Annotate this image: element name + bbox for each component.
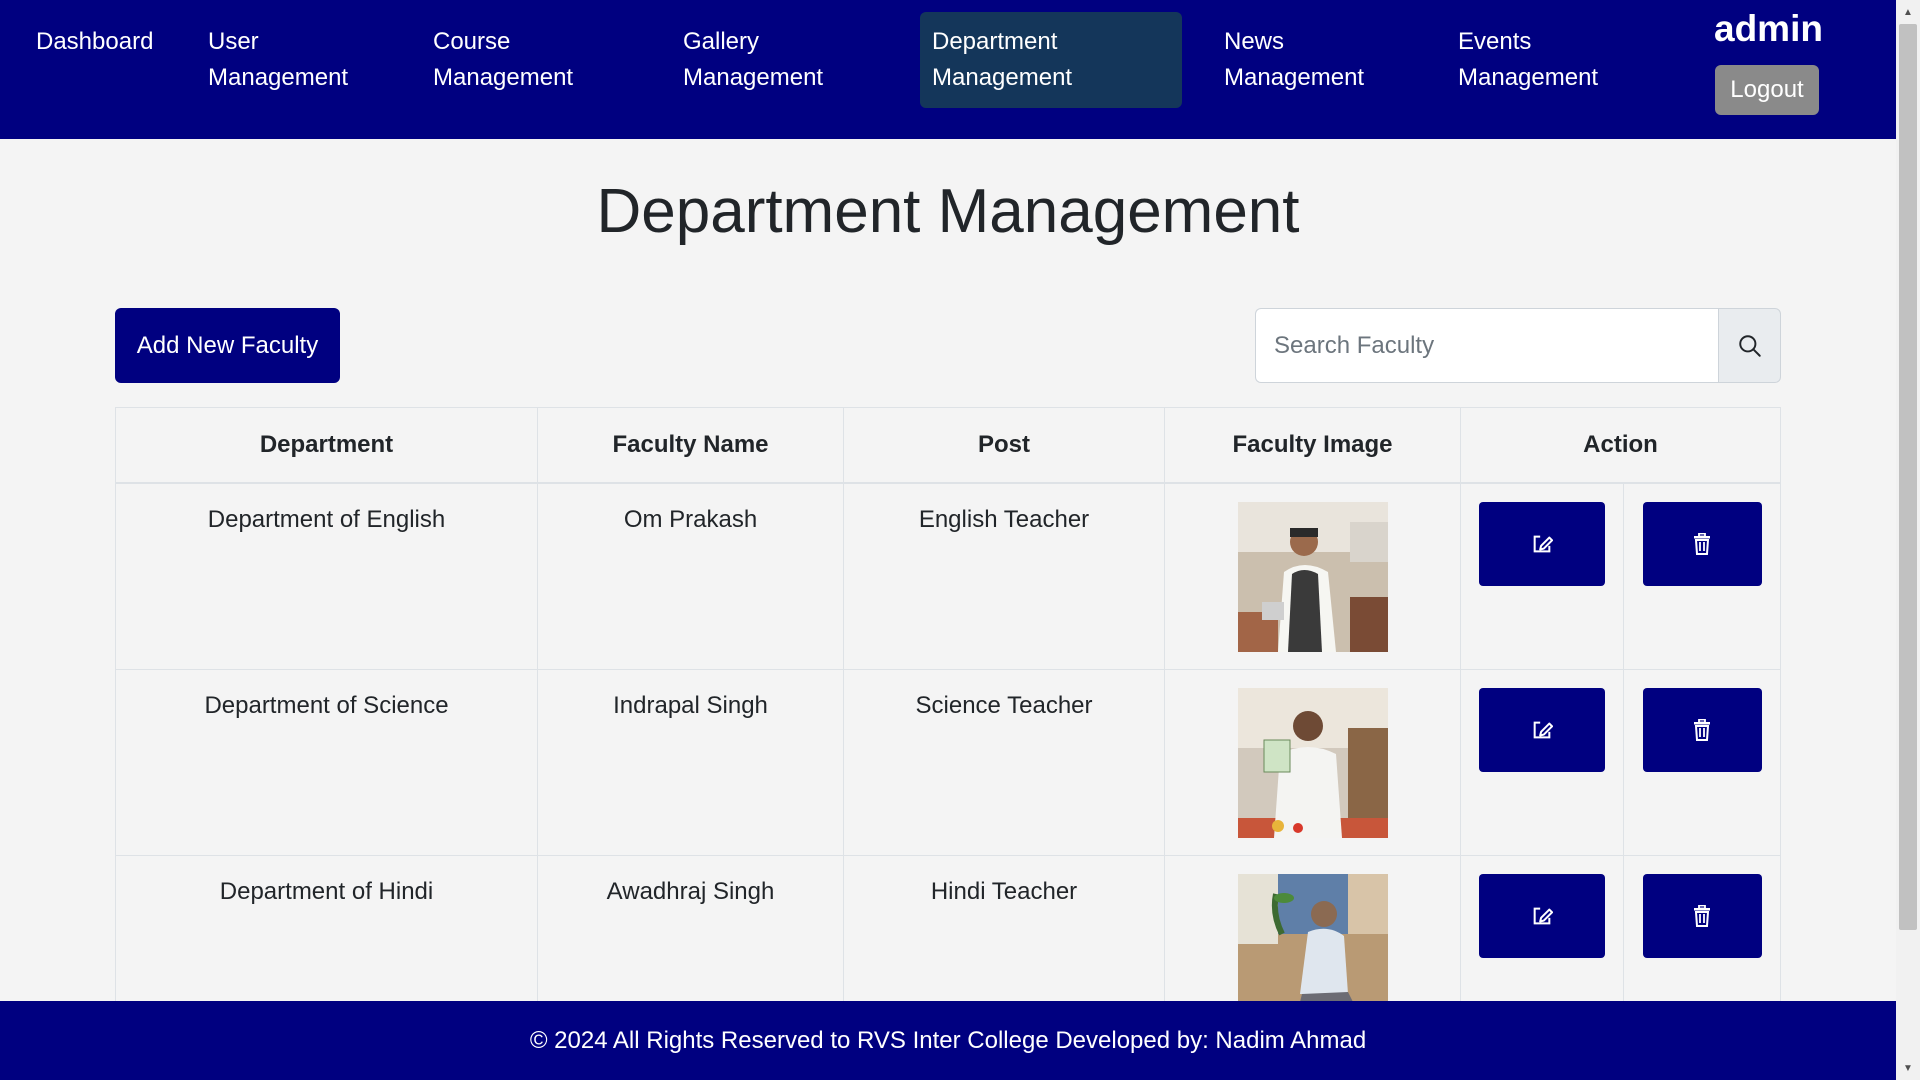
edit-icon — [1533, 721, 1553, 738]
top-navbar: Dashboard User Management Course Managem… — [0, 0, 1896, 139]
trash-icon — [1694, 533, 1710, 555]
nav-news-management[interactable]: News Management — [1212, 12, 1376, 108]
faculty-table: Department Faculty Name Post Faculty Ima… — [115, 407, 1782, 1042]
cell-post: Science Teacher — [843, 668, 1165, 856]
edit-button[interactable] — [1479, 502, 1605, 586]
cell-faculty-image — [1164, 482, 1461, 670]
trash-icon — [1694, 904, 1710, 927]
nav-dashboard-label: Dashboard — [36, 28, 154, 55]
cell-faculty-image — [1164, 668, 1461, 856]
nav-label-line2: Management — [208, 64, 349, 91]
trash-icon — [1694, 718, 1710, 741]
nav-events-management[interactable]: Events Management — [1446, 12, 1610, 108]
faculty-photo — [1237, 687, 1388, 838]
nav-course-management[interactable]: Course Management — [421, 12, 585, 108]
nav-label-line1: News — [1224, 28, 1285, 55]
add-new-faculty-button[interactable]: Add New Faculty — [115, 308, 340, 383]
cell-post: English Teacher — [843, 482, 1165, 670]
scroll-up-arrow-icon[interactable]: ▲ — [1896, 2, 1920, 22]
cell-department: Department of Science — [115, 668, 538, 856]
scrollbar-thumb[interactable] — [1899, 24, 1917, 930]
logout-button[interactable]: Logout — [1715, 65, 1819, 115]
search-faculty-input[interactable] — [1255, 308, 1719, 383]
edit-button[interactable] — [1479, 873, 1605, 958]
delete-button[interactable] — [1642, 687, 1762, 772]
nav-label-line1: Gallery — [683, 28, 760, 55]
cell-edit-action — [1460, 482, 1624, 670]
cell-faculty-name: Om Prakash — [537, 482, 844, 670]
page-title: Department Management — [596, 177, 1300, 246]
header-faculty-name: Faculty Name — [537, 407, 844, 484]
search-icon — [1738, 334, 1761, 357]
cell-faculty-name: Indrapal Singh — [537, 668, 844, 856]
nav-label-line2: Management — [433, 64, 574, 91]
scroll-down-arrow-icon[interactable]: ▼ — [1896, 1058, 1920, 1078]
footer: © 2024 All Rights Reserved to RVS Inter … — [0, 1001, 1896, 1080]
nav-department-management[interactable]: Department Management — [920, 12, 1182, 108]
nav-gallery-management[interactable]: Gallery Management — [671, 12, 835, 108]
delete-button[interactable] — [1642, 502, 1762, 586]
footer-copyright: © 2024 All Rights Reserved to RVS Inter … — [529, 1026, 1367, 1054]
nav-dashboard[interactable]: Dashboard — [24, 12, 165, 108]
header-faculty-image: Faculty Image — [1164, 407, 1461, 484]
header-post: Post — [843, 407, 1165, 484]
cell-edit-action — [1460, 668, 1624, 856]
table-row: Department of Science Indrapal Singh Sci… — [115, 668, 1782, 856]
nav-label-line2: Management — [1458, 64, 1599, 91]
cell-delete-action — [1622, 668, 1782, 856]
search-button[interactable] — [1718, 308, 1781, 383]
nav-user-management[interactable]: User Management — [196, 12, 360, 108]
faculty-photo — [1237, 502, 1388, 652]
header-department: Department — [115, 407, 538, 484]
table-header-row: Department Faculty Name Post Faculty Ima… — [115, 407, 1782, 484]
cell-department: Department of English — [115, 482, 538, 670]
edit-button[interactable] — [1479, 687, 1605, 772]
nav-label-line2: Management — [1224, 64, 1365, 91]
nav-label-line1: Events — [1458, 28, 1532, 55]
header-action: Action — [1459, 407, 1782, 484]
table-row: Department of English Om Prakash English… — [115, 482, 1782, 670]
edit-icon — [1533, 907, 1553, 924]
admin-username: admin — [1714, 8, 1823, 49]
edit-icon — [1533, 535, 1553, 553]
nav-label-line1: Course — [433, 28, 511, 55]
delete-button[interactable] — [1642, 873, 1762, 958]
nav-label-line2: Management — [683, 64, 824, 91]
nav-label-line1: User — [208, 28, 259, 55]
nav-label-line2: Management — [932, 64, 1073, 91]
nav-label-line1: Department — [932, 28, 1058, 55]
cell-delete-action — [1622, 482, 1782, 670]
search-group — [1255, 308, 1781, 383]
